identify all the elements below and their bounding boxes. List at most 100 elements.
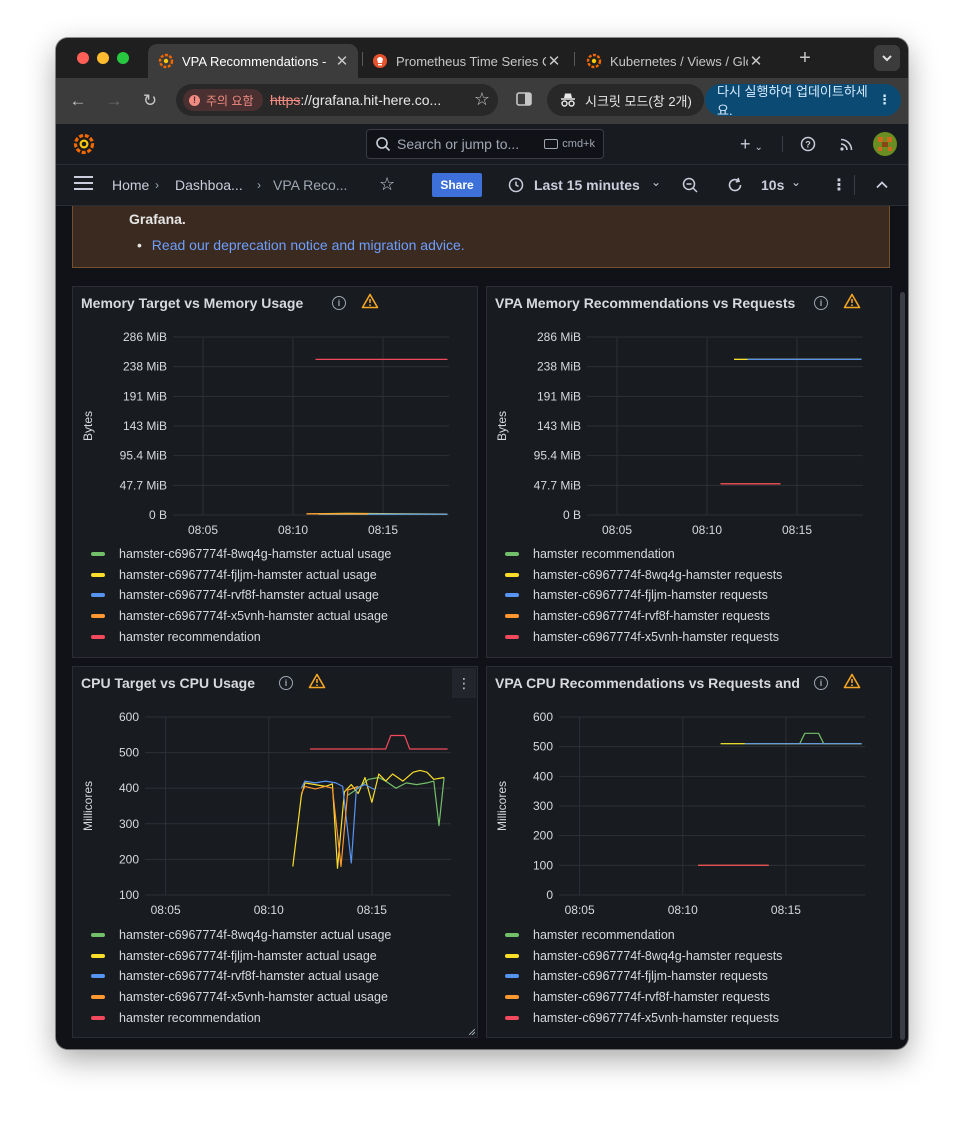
- user-avatar[interactable]: [873, 132, 897, 156]
- resize-handle-icon[interactable]: [469, 1029, 475, 1035]
- legend-item[interactable]: hamster-c6967774f-rvf8f-hamster actual u…: [91, 968, 379, 984]
- address-bar[interactable]: ! 주의 요함 https://grafana.hit-here.co... ☆: [176, 84, 498, 116]
- y-tick-label: 600: [119, 710, 139, 724]
- legend-swatch: [505, 933, 519, 937]
- keyboard-icon: [544, 139, 559, 150]
- url-text[interactable]: https://grafana.hit-here.co...: [270, 92, 441, 108]
- chevron-down-icon[interactable]: ⌄: [791, 175, 801, 189]
- legend-item[interactable]: hamster-c6967774f-rvf8f-hamster requests: [505, 608, 770, 624]
- legend-item[interactable]: hamster-c6967774f-x5vnh-hamster actual u…: [91, 989, 388, 1005]
- tab-search-button[interactable]: [874, 45, 900, 71]
- close-tab-icon[interactable]: ✕: [334, 52, 350, 70]
- legend-swatch: [91, 974, 105, 979]
- legend-item[interactable]: hamster-c6967774f-8wq4g-hamster requests: [505, 567, 782, 583]
- y-tick-label: 47.7 MiB: [534, 478, 581, 492]
- series-line[interactable]: [300, 785, 359, 868]
- news-feed-icon[interactable]: [839, 136, 855, 152]
- legend-item[interactable]: hamster-c6967774f-x5vnh-hamster requests: [505, 1010, 779, 1026]
- legend-item[interactable]: hamster recommendation: [505, 546, 675, 562]
- legend-swatch: [91, 953, 105, 958]
- tab-kubernetes-views[interactable]: Kubernetes / Views / Glob ✕: [576, 44, 772, 78]
- legend-label: hamster-c6967774f-x5vnh-hamster requests: [533, 629, 779, 644]
- reload-icon[interactable]: ↻: [139, 90, 161, 112]
- tab-vpa-recommendations[interactable]: VPA Recommendations - ✕: [148, 44, 358, 78]
- y-tick-label: 300: [533, 799, 553, 813]
- deprecation-link[interactable]: Read our deprecation notice and migratio…: [152, 237, 465, 253]
- legend-item[interactable]: hamster-c6967774f-fjljm-hamster actual u…: [91, 948, 377, 964]
- info-icon[interactable]: i: [332, 296, 346, 310]
- series-line[interactable]: [720, 732, 862, 745]
- warning-icon[interactable]: [843, 293, 861, 309]
- y-tick-label: 47.7 MiB: [120, 478, 167, 492]
- close-tab-icon[interactable]: ✕: [748, 52, 764, 70]
- y-tick-label: 143 MiB: [537, 419, 581, 433]
- legend-item[interactable]: hamster-c6967774f-fjljm-hamster actual u…: [91, 567, 377, 583]
- forward-icon[interactable]: →: [103, 90, 125, 112]
- bookmark-star-icon[interactable]: ☆: [474, 89, 490, 110]
- zoom-out-icon[interactable]: [682, 177, 699, 194]
- legend-item[interactable]: hamster-c6967774f-rvf8f-hamster requests: [505, 989, 770, 1005]
- close-window-button[interactable]: [77, 52, 89, 64]
- share-button[interactable]: Share: [432, 173, 482, 197]
- chevron-up-icon[interactable]: [875, 178, 889, 192]
- refresh-interval-picker[interactable]: 10s: [761, 177, 784, 193]
- tab-prometheus[interactable]: Prometheus Time Series C ✕: [362, 44, 570, 78]
- time-range-picker[interactable]: Last 15 minutes: [534, 177, 640, 193]
- grafana-search-input[interactable]: Search or jump to... cmd+k: [366, 129, 604, 159]
- legend-item[interactable]: hamster recommendation: [91, 1010, 261, 1026]
- legend-swatch: [91, 634, 105, 639]
- panel-menu-icon[interactable]: ⋮: [452, 668, 476, 698]
- maximize-window-button[interactable]: [117, 52, 129, 64]
- update-button[interactable]: 다시 실행하여 업데이트하세요. ⋮: [705, 84, 901, 118]
- legend-swatch: [505, 634, 519, 639]
- legend-label: hamster-c6967774f-fjljm-hamster requests: [533, 588, 768, 603]
- menu-icon[interactable]: [74, 176, 93, 190]
- legend-item[interactable]: hamster-c6967774f-x5vnh-hamster actual u…: [91, 608, 388, 624]
- legend-item[interactable]: hamster-c6967774f-8wq4g-hamster actual u…: [91, 546, 391, 562]
- info-icon[interactable]: i: [814, 676, 828, 690]
- warning-icon[interactable]: [843, 673, 861, 689]
- security-warning-badge[interactable]: ! 주의 요함: [183, 89, 263, 111]
- chevron-down-icon: [882, 55, 892, 62]
- legend-item[interactable]: hamster-c6967774f-x5vnh-hamster requests: [505, 629, 779, 645]
- side-panel-icon[interactable]: [513, 90, 535, 112]
- tab-label: Kubernetes / Views / Glob: [610, 53, 748, 69]
- kebab-menu-icon[interactable]: ⋮: [878, 92, 891, 108]
- series-line[interactable]: [310, 734, 448, 750]
- star-icon[interactable]: ☆: [379, 174, 395, 195]
- refresh-icon[interactable]: [726, 176, 744, 194]
- warning-icon[interactable]: [308, 673, 326, 689]
- scrollbar[interactable]: [900, 292, 905, 1040]
- incognito-icon: [561, 93, 575, 107]
- breadcrumb-home[interactable]: Home: [112, 177, 149, 193]
- info-icon[interactable]: i: [279, 676, 293, 690]
- legend-item[interactable]: hamster-c6967774f-8wq4g-hamster actual u…: [91, 927, 391, 943]
- warning-icon[interactable]: [361, 293, 379, 309]
- new-tab-icon[interactable]: +: [794, 47, 816, 69]
- series-line[interactable]: [292, 769, 445, 869]
- legend-item[interactable]: hamster recommendation: [505, 927, 675, 943]
- y-tick-label: 500: [533, 740, 553, 754]
- grafana-logo-icon[interactable]: [72, 132, 96, 156]
- legend-item[interactable]: hamster-c6967774f-fjljm-hamster requests: [505, 968, 768, 984]
- legend-label: hamster-c6967774f-rvf8f-hamster requests: [533, 609, 770, 624]
- info-icon[interactable]: i: [814, 296, 828, 310]
- legend-swatch: [505, 995, 519, 1000]
- legend-item[interactable]: hamster-c6967774f-rvf8f-hamster actual u…: [91, 587, 379, 603]
- help-icon[interactable]: ?: [800, 136, 816, 152]
- legend-item[interactable]: hamster recommendation: [91, 629, 261, 645]
- kebab-menu-icon[interactable]: ⋮: [831, 175, 847, 195]
- clock-icon: [508, 177, 524, 193]
- back-icon[interactable]: ←: [67, 90, 89, 112]
- series-line[interactable]: [300, 780, 376, 864]
- minimize-window-button[interactable]: [97, 52, 109, 64]
- incognito-indicator[interactable]: 시크릿 모드(창 2개): [547, 84, 704, 116]
- close-tab-icon[interactable]: ✕: [546, 52, 562, 70]
- breadcrumb-dashboards[interactable]: Dashboa...: [175, 177, 243, 193]
- new-menu-button[interactable]: + ⌄: [740, 134, 763, 155]
- legend-item[interactable]: hamster-c6967774f-8wq4g-hamster requests: [505, 948, 782, 964]
- chevron-down-icon[interactable]: ⌄: [651, 175, 661, 189]
- grafana-icon: [158, 53, 174, 69]
- legend-item[interactable]: hamster-c6967774f-fjljm-hamster requests: [505, 587, 768, 603]
- chart-cpu-target: 100 200 300 400 500 600 08:05 08:10 08:15 Millico…: [81, 710, 451, 917]
